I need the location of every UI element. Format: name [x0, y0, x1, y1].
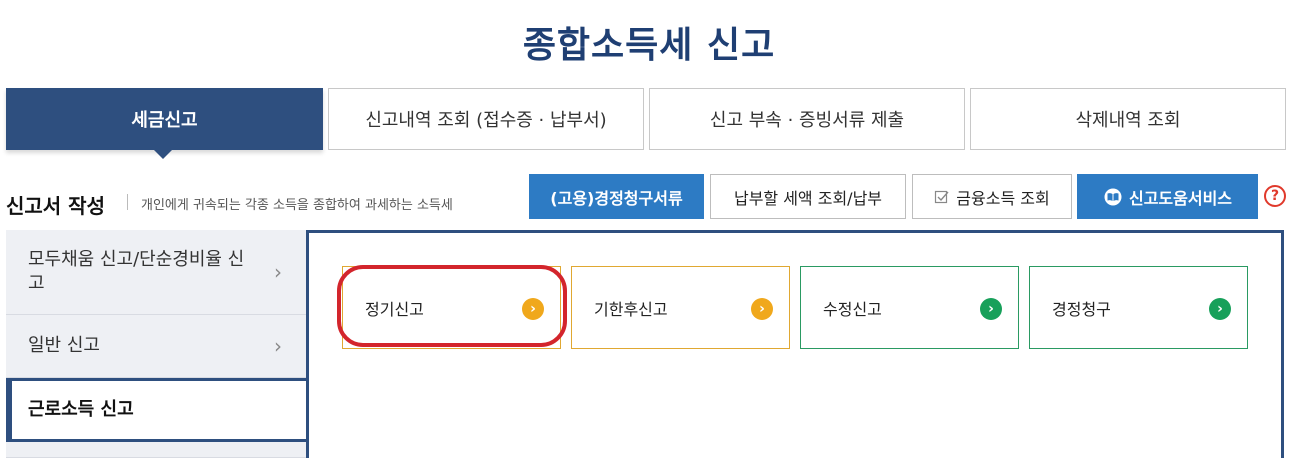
- regular-filing-card[interactable]: 정기신고 ›: [342, 266, 561, 349]
- checkbox-icon: [934, 189, 950, 205]
- chevron-right-icon: ›: [274, 334, 282, 358]
- book-icon: [1103, 188, 1123, 206]
- financial-income-label: 금융소득 조회: [956, 188, 1050, 208]
- filing-help-button[interactable]: 신고도움서비스: [1077, 174, 1258, 219]
- arrow-circle-icon: ›: [751, 298, 773, 320]
- help-icon[interactable]: ?: [1264, 185, 1286, 207]
- card-label: 수정신고: [823, 299, 882, 319]
- page-title: 종합소득세 신고: [522, 25, 776, 66]
- section-description: 개인에게 귀속되는 각종 소득을 종합하여 과세하는 소득세: [141, 198, 453, 213]
- side-nav: 모두채움 신고/단순경비율 신고 › 일반 신고 › 근로소득 신고: [6, 230, 306, 458]
- arrow-circle-icon: ›: [522, 298, 544, 320]
- side-nav-item-earned-income[interactable]: 근로소득 신고: [6, 378, 306, 442]
- tab-attachments-submit[interactable]: 신고 부속 · 증빙서류 제출: [649, 88, 965, 150]
- tab-deleted-history[interactable]: 삭제내역 조회: [970, 88, 1286, 150]
- filing-help-label: 신고도움서비스: [1128, 188, 1233, 208]
- amended-filing-card[interactable]: 수정신고 ›: [800, 266, 1019, 349]
- chevron-right-icon: ›: [274, 260, 282, 284]
- correction-claim-card[interactable]: 경정청구 ›: [1029, 266, 1248, 349]
- arrow-circle-icon: ›: [1209, 298, 1231, 320]
- side-nav-item-label: 근로소득 신고: [28, 399, 134, 420]
- tab-tax-filing[interactable]: 세금신고: [6, 88, 323, 150]
- side-nav-item-label: 일반 신고: [28, 335, 100, 356]
- side-nav-item-prefilled-filing[interactable]: 모두채움 신고/단순경비율 신고 ›: [6, 230, 306, 315]
- card-label: 정기신고: [365, 299, 424, 319]
- payable-tax-label: 납부할 세액 조회/납부: [733, 188, 883, 208]
- side-nav-item-label: 모두채움 신고/단순경비율 신고: [28, 249, 245, 294]
- section-divider: [127, 194, 128, 210]
- section-title: 신고서 작성: [6, 194, 105, 218]
- claim-documents-button[interactable]: (고용)경정청구서류: [529, 174, 704, 219]
- active-tab-pointer: [154, 150, 172, 159]
- side-nav-item-general-filing[interactable]: 일반 신고 ›: [6, 315, 306, 378]
- claim-documents-label: (고용)경정청구서류: [550, 188, 683, 208]
- card-label: 경정청구: [1052, 299, 1111, 319]
- payable-tax-button[interactable]: 납부할 세액 조회/납부: [710, 174, 906, 219]
- financial-income-button[interactable]: 금융소득 조회: [912, 174, 1072, 219]
- main-tabs: 세금신고 신고내역 조회 (접수증 · 납부서) 신고 부속 · 증빙서류 제출…: [6, 88, 1286, 159]
- tab-filing-history[interactable]: 신고내역 조회 (접수증 · 납부서): [328, 88, 644, 150]
- late-filing-card[interactable]: 기한후신고 ›: [571, 266, 790, 349]
- side-nav-item-next[interactable]: [6, 442, 306, 458]
- card-label: 기한후신고: [594, 299, 668, 319]
- arrow-circle-icon: ›: [980, 298, 1002, 320]
